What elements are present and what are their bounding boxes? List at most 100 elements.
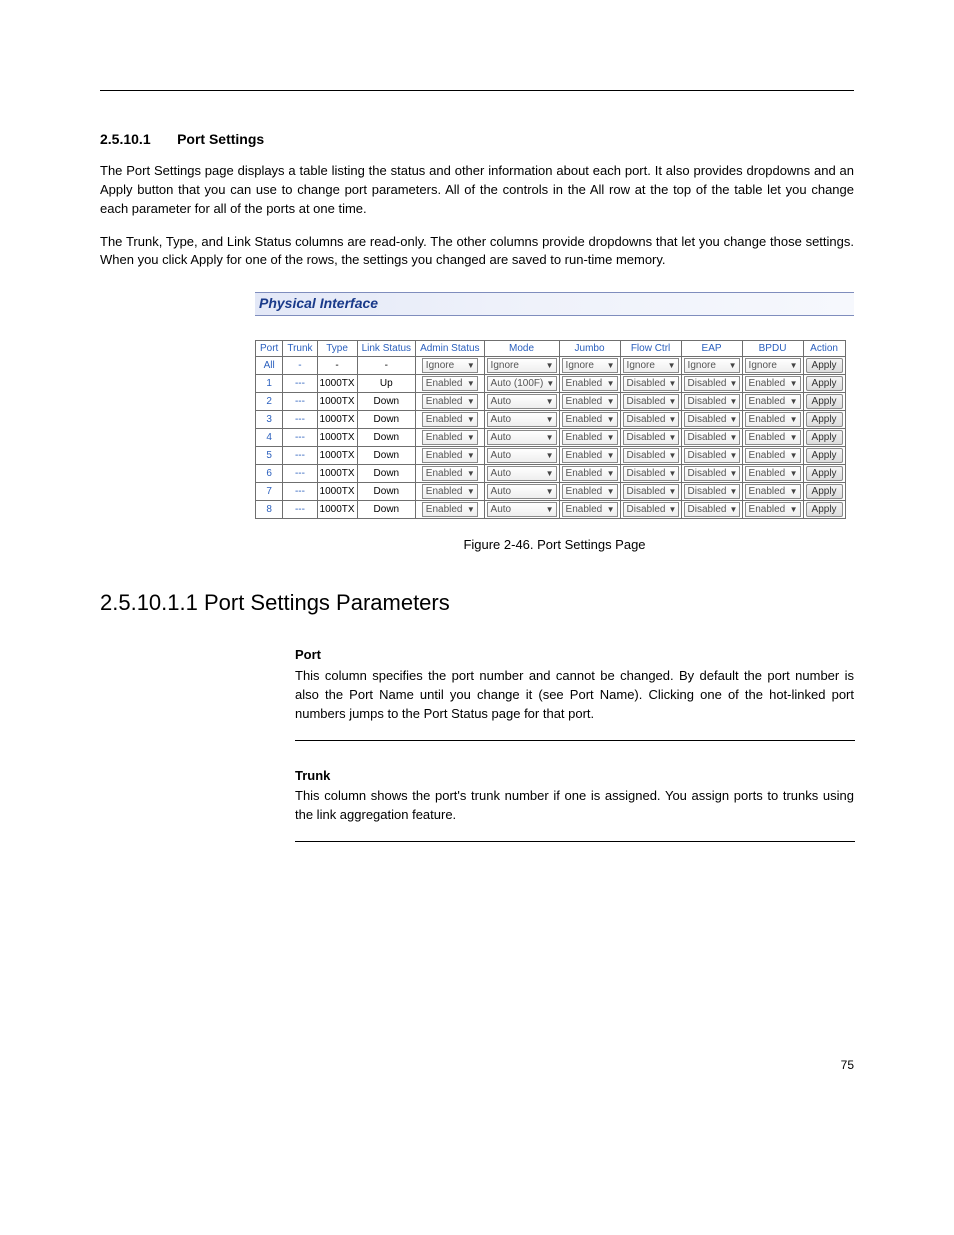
dropdown[interactable]: Enabled▼ bbox=[562, 466, 618, 481]
dropdown[interactable]: Enabled▼ bbox=[422, 412, 478, 427]
port-link[interactable]: 1 bbox=[256, 375, 283, 393]
dropdown[interactable]: Disabled▼ bbox=[684, 466, 740, 481]
dropdown[interactable]: Enabled▼ bbox=[745, 448, 801, 463]
dropdown[interactable]: Auto▼ bbox=[487, 430, 557, 445]
dropdown[interactable]: Disabled▼ bbox=[684, 394, 740, 409]
cell-bpdu: Ignore▼ bbox=[742, 357, 803, 375]
dropdown[interactable]: Enabled▼ bbox=[562, 412, 618, 427]
chevron-down-icon: ▼ bbox=[467, 451, 475, 460]
dropdown[interactable]: Enabled▼ bbox=[422, 466, 478, 481]
dropdown[interactable]: Disabled▼ bbox=[623, 430, 679, 445]
dropdown[interactable]: Enabled▼ bbox=[562, 502, 618, 517]
dropdown[interactable]: Enabled▼ bbox=[422, 376, 478, 391]
dropdown[interactable]: Disabled▼ bbox=[684, 412, 740, 427]
dropdown[interactable]: Enabled▼ bbox=[422, 394, 478, 409]
apply-button[interactable]: Apply bbox=[806, 484, 843, 499]
col-trunk: Trunk bbox=[283, 341, 317, 357]
dropdown[interactable]: Ignore▼ bbox=[487, 358, 557, 373]
cell-admin: Enabled▼ bbox=[416, 447, 484, 465]
dropdown[interactable]: Disabled▼ bbox=[684, 448, 740, 463]
dropdown[interactable]: Disabled▼ bbox=[623, 394, 679, 409]
port-link[interactable]: 7 bbox=[256, 483, 283, 501]
dropdown[interactable]: Disabled▼ bbox=[684, 484, 740, 499]
dropdown[interactable]: Enabled▼ bbox=[745, 394, 801, 409]
dropdown[interactable]: Enabled▼ bbox=[422, 448, 478, 463]
dropdown[interactable]: Enabled▼ bbox=[745, 412, 801, 427]
port-link[interactable]: 4 bbox=[256, 429, 283, 447]
dropdown[interactable]: Enabled▼ bbox=[562, 430, 618, 445]
table-row: 7---1000TXDownEnabled▼Auto▼Enabled▼Disab… bbox=[256, 483, 846, 501]
dropdown[interactable]: Disabled▼ bbox=[684, 376, 740, 391]
port-link[interactable]: 6 bbox=[256, 465, 283, 483]
dropdown[interactable]: Disabled▼ bbox=[684, 430, 740, 445]
dropdown[interactable]: Auto▼ bbox=[487, 466, 557, 481]
cell-action: Apply bbox=[803, 411, 845, 429]
dropdown[interactable]: Disabled▼ bbox=[623, 448, 679, 463]
cell-bpdu: Enabled▼ bbox=[742, 411, 803, 429]
apply-button[interactable]: Apply bbox=[806, 448, 843, 463]
chevron-down-icon: ▼ bbox=[668, 379, 676, 388]
dropdown[interactable]: Enabled▼ bbox=[745, 430, 801, 445]
apply-button[interactable]: Apply bbox=[806, 412, 843, 427]
table-row: 6---1000TXDownEnabled▼Auto▼Enabled▼Disab… bbox=[256, 465, 846, 483]
dropdown[interactable]: Auto▼ bbox=[487, 448, 557, 463]
dropdown[interactable]: Ignore▼ bbox=[422, 358, 478, 373]
cell-action: Apply bbox=[803, 429, 845, 447]
dropdown[interactable]: Enabled▼ bbox=[562, 448, 618, 463]
dropdown[interactable]: Disabled▼ bbox=[623, 484, 679, 499]
apply-button[interactable]: Apply bbox=[806, 430, 843, 445]
apply-button[interactable]: Apply bbox=[806, 394, 843, 409]
dropdown[interactable]: Auto▼ bbox=[487, 412, 557, 427]
dropdown[interactable]: Ignore▼ bbox=[562, 358, 618, 373]
dropdown[interactable]: Auto (100F)▼ bbox=[487, 376, 557, 391]
cell-mode: Auto▼ bbox=[484, 411, 559, 429]
cell-jumbo: Enabled▼ bbox=[559, 483, 620, 501]
cell-flow: Ignore▼ bbox=[620, 357, 681, 375]
chevron-down-icon: ▼ bbox=[546, 379, 554, 388]
dropdown[interactable]: Disabled▼ bbox=[623, 466, 679, 481]
cell-admin: Enabled▼ bbox=[416, 375, 484, 393]
chevron-down-icon: ▼ bbox=[467, 361, 475, 370]
dropdown[interactable]: Enabled▼ bbox=[745, 484, 801, 499]
port-link[interactable]: 8 bbox=[256, 501, 283, 519]
chevron-down-icon: ▼ bbox=[607, 361, 615, 370]
chevron-down-icon: ▼ bbox=[729, 361, 737, 370]
cell-flow: Disabled▼ bbox=[620, 465, 681, 483]
dropdown[interactable]: Enabled▼ bbox=[745, 466, 801, 481]
dropdown[interactable]: Disabled▼ bbox=[623, 412, 679, 427]
dropdown[interactable]: Enabled▼ bbox=[422, 502, 478, 517]
cell-action: Apply bbox=[803, 465, 845, 483]
dropdown[interactable]: Disabled▼ bbox=[623, 376, 679, 391]
dropdown[interactable]: Enabled▼ bbox=[562, 394, 618, 409]
dropdown[interactable]: Auto▼ bbox=[487, 484, 557, 499]
chevron-down-icon: ▼ bbox=[607, 415, 615, 424]
dropdown[interactable]: Auto▼ bbox=[487, 502, 557, 517]
dropdown[interactable]: Enabled▼ bbox=[745, 376, 801, 391]
col-type: Type bbox=[317, 341, 357, 357]
dropdown[interactable]: Enabled▼ bbox=[562, 484, 618, 499]
apply-button[interactable]: Apply bbox=[806, 358, 843, 373]
cell-eap: Disabled▼ bbox=[681, 429, 742, 447]
col-eap: EAP bbox=[681, 341, 742, 357]
figure-port-settings: Physical Interface Port Trunk Type Link … bbox=[255, 292, 854, 552]
section-title: Port Settings bbox=[177, 131, 264, 147]
port-link[interactable]: 2 bbox=[256, 393, 283, 411]
dropdown[interactable]: Enabled▼ bbox=[422, 430, 478, 445]
dropdown[interactable]: Ignore▼ bbox=[745, 358, 801, 373]
dropdown[interactable]: Ignore▼ bbox=[623, 358, 679, 373]
dropdown[interactable]: Disabled▼ bbox=[623, 502, 679, 517]
dropdown[interactable]: Ignore▼ bbox=[684, 358, 740, 373]
apply-button[interactable]: Apply bbox=[806, 502, 843, 517]
dropdown[interactable]: Auto▼ bbox=[487, 394, 557, 409]
dropdown[interactable]: Enabled▼ bbox=[422, 484, 478, 499]
port-link[interactable]: 3 bbox=[256, 411, 283, 429]
dropdown[interactable]: Enabled▼ bbox=[745, 502, 801, 517]
dropdown[interactable]: Disabled▼ bbox=[684, 502, 740, 517]
port-link[interactable]: 5 bbox=[256, 447, 283, 465]
cell-flow: Disabled▼ bbox=[620, 375, 681, 393]
apply-button[interactable]: Apply bbox=[806, 466, 843, 481]
apply-button[interactable]: Apply bbox=[806, 376, 843, 391]
chevron-down-icon: ▼ bbox=[729, 469, 737, 478]
col-jumbo: Jumbo bbox=[559, 341, 620, 357]
dropdown[interactable]: Enabled▼ bbox=[562, 376, 618, 391]
